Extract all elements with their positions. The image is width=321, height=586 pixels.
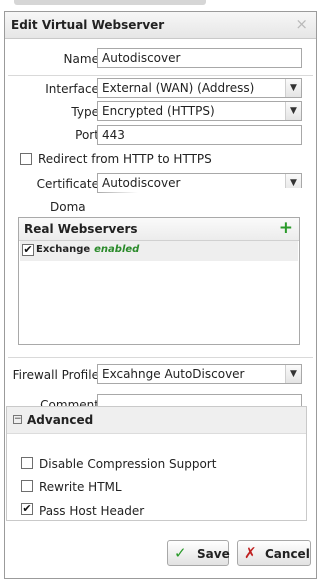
cancel-button-label: Cancel [265,547,310,561]
list-item[interactable]: ✔ Exchange enabled [20,241,298,261]
advanced-header[interactable]: − Advanced [7,407,306,434]
interface-select-value: External (WAN) (Address) [102,81,255,95]
save-button-label: Save [197,547,230,561]
firewall-profile-value: Excahnge AutoDiscover [102,367,245,381]
real-webservers-panel: Real Webservers + ✔ Exchange enabled [18,217,300,345]
interface-label: Interface: [45,82,103,96]
background-window-edge [14,0,206,5]
firewall-profile-label: Firewall Profile: [12,368,103,382]
close-icon[interactable]: × [295,16,308,32]
port-input[interactable]: 443 [97,125,302,145]
check-icon: ✓ [174,544,187,562]
rewrite-html-label: Rewrite HTML [39,480,122,494]
type-select-value: Encrypted (HTTPS) [102,104,215,118]
divider [8,75,313,76]
add-webserver-icon[interactable]: + [279,219,293,237]
pass-host-header-label: Pass Host Header [39,504,145,518]
domains-label: Doma [50,200,86,214]
x-icon: ✗ [244,544,257,562]
cancel-button[interactable]: ✗ Cancel [237,540,311,566]
advanced-title: Advanced [27,413,94,427]
chevron-down-icon[interactable]: ▼ [285,365,301,383]
webserver-name: Exchange enabled [36,244,139,255]
divider [8,357,313,358]
webserver-checkbox[interactable]: ✔ [22,244,34,256]
redirect-label: Redirect from HTTP to HTTPS [38,152,212,166]
save-button[interactable]: ✓ Save [167,540,230,566]
rewrite-html-checkbox[interactable] [21,480,33,492]
firewall-profile-select[interactable]: Excahnge AutoDiscover ▼ [97,364,302,384]
dialog-titlebar[interactable]: Edit Virtual Webserver × [5,12,316,39]
interface-select[interactable]: External (WAN) (Address) ▼ [97,78,302,98]
disable-compression-label: Disable Compression Support [39,457,217,471]
webserver-name-text: Exchange [36,244,91,255]
real-webservers-title: Real Webservers [24,222,138,236]
dialog-title: Edit Virtual Webserver [11,18,165,32]
chevron-down-icon[interactable]: ▼ [285,79,301,97]
certificate-label: Certificate: [36,177,103,191]
name-input[interactable]: Autodiscover [97,48,302,68]
webserver-status: enabled [94,244,140,255]
real-webservers-header: Real Webservers + [19,218,299,241]
type-select[interactable]: Encrypted (HTTPS) ▼ [97,101,302,121]
redacted-domains-area [97,188,302,212]
pass-host-header-checkbox[interactable]: ✔ [21,503,33,515]
collapse-icon[interactable]: − [13,415,22,424]
redirect-checkbox[interactable] [20,153,32,165]
chevron-down-icon[interactable]: ▼ [285,102,301,120]
disable-compression-checkbox[interactable] [21,457,33,469]
